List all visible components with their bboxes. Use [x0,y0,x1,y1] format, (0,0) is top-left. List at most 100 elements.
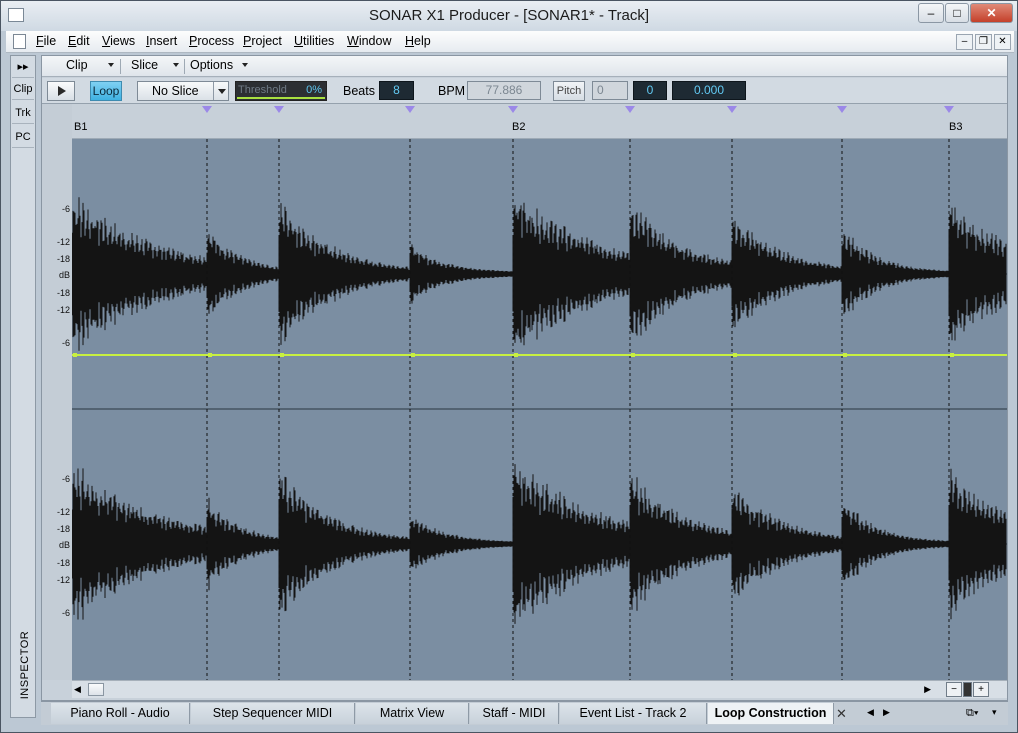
menu-bar: File Edit Views Insert Process Project U… [6,31,1014,53]
tab-scroll-right-icon[interactable]: ▶ [883,707,890,718]
waveform-channel [72,197,1007,351]
close-button[interactable]: ✕ [970,3,1013,23]
zoom-slider-icon[interactable] [963,682,972,697]
menu-utilities[interactable]: Utilities [294,34,334,48]
envelope-node[interactable] [843,353,847,357]
threshold-slider[interactable]: Threshold 0% [235,81,327,101]
inspector-clip-button[interactable]: Clip [12,78,34,100]
bpm-label: BPM [438,84,466,98]
mdi-close-button[interactable]: ✕ [994,34,1011,50]
db-label: dB [58,540,70,550]
db-label: -6 [61,204,70,214]
transient-marker-icon[interactable] [944,106,954,113]
scroll-left-icon[interactable]: ◀ [74,684,81,695]
close-tab-icon[interactable]: ✕ [836,706,847,722]
time-ruler[interactable]: B1 B2 B3 [72,104,1007,139]
beats-field[interactable]: 8 [379,81,414,100]
loop-button[interactable]: Loop [90,81,122,101]
chevron-down-icon [173,63,179,67]
waveform-display[interactable] [72,139,1007,680]
envelope-node[interactable] [73,353,77,357]
threshold-label: Threshold [238,84,287,96]
envelope-node[interactable] [411,353,415,357]
menu-views[interactable]: Views [102,34,135,48]
menu-process[interactable]: Process [189,34,234,48]
inspector-track-button[interactable]: Trk [12,102,34,124]
threshold-bar [237,97,325,99]
envelope-node[interactable] [631,353,635,357]
mdi-restore-button[interactable]: ❐ [975,34,992,50]
pitch-button[interactable]: Pitch [553,81,585,101]
waveform-channel [72,464,1007,624]
db-label: -18 [56,288,70,298]
db-label: -6 [61,474,70,484]
scroll-right-icon[interactable]: ▶ [924,684,931,695]
ruler-bar-label: B1 [74,121,88,133]
menu-project[interactable]: Project [243,34,282,48]
play-button[interactable] [47,81,75,101]
db-label: -6 [61,608,70,618]
menu-edit[interactable]: Edit [68,34,90,48]
maximize-button[interactable]: □ [945,3,969,23]
separator [120,59,121,74]
chevron-down-icon [242,63,248,67]
horizontal-scrollbar[interactable]: ◀ ▶ − + [72,680,1007,698]
title-bar: SONAR X1 Producer - [SONAR1* - Track] – … [1,1,1017,31]
bpm-field[interactable]: 77.886 [467,81,541,100]
minimize-button[interactable]: – [918,3,944,23]
view-menu-options[interactable]: Options [190,58,248,75]
ruler-bar-label: B3 [949,121,963,133]
db-label: dB [58,270,70,280]
envelope-node[interactable] [733,353,737,357]
db-label: -12 [56,305,70,315]
tab-piano-roll[interactable]: Piano Roll - Audio [51,703,190,724]
app-window: SONAR X1 Producer - [SONAR1* - Track] – … [0,0,1018,733]
scroll-thumb[interactable] [88,683,104,696]
view-menu-clip[interactable]: Clip [66,58,114,75]
inspector-expand-button[interactable]: ▸▸ [12,56,34,78]
db-gutter: -6 -12 -18 dB -18 -12 -6 -6 -12 -18 dB -… [42,104,72,680]
chevron-down-icon[interactable] [213,82,228,100]
envelope-node[interactable] [514,353,518,357]
tab-step-sequencer[interactable]: Step Sequencer MIDI [191,703,355,724]
view-menu-slice[interactable]: Slice [131,58,179,75]
view-tab-bar: Piano Roll - Audio Step Sequencer MIDI M… [41,701,1008,725]
tab-layout-icon[interactable]: ⧉▾ [966,707,978,720]
transient-marker-icon[interactable] [837,106,847,113]
zoom-in-icon[interactable]: + [973,682,989,697]
transient-marker-icon[interactable] [508,106,518,113]
tab-event-list[interactable]: Event List - Track 2 [560,703,707,724]
document-icon[interactable] [13,34,26,49]
inspector-label[interactable]: INSPECTOR [13,629,33,709]
menu-insert[interactable]: Insert [146,34,177,48]
db-label: -18 [56,558,70,568]
menu-help[interactable]: Help [405,34,431,48]
menu-file[interactable]: File [36,34,56,48]
transient-marker-icon[interactable] [625,106,635,113]
pitch-field[interactable]: 0 [592,81,628,100]
transient-marker-icon[interactable] [202,106,212,113]
inspector-pc-button[interactable]: PC [12,126,34,148]
zoom-out-icon[interactable]: − [946,682,962,697]
tab-staff[interactable]: Staff - MIDI [470,703,559,724]
inspector-panel: ▸▸ Clip Trk PC INSPECTOR [10,55,36,718]
mdi-minimize-button[interactable]: – [956,34,973,50]
chevron-down-icon [108,63,114,67]
view-menu-strip: Clip Slice Options [42,56,1007,77]
ruler-bar-label: B2 [512,121,526,133]
transient-marker-icon[interactable] [405,106,415,113]
envelope-node[interactable] [950,353,954,357]
tab-matrix-view[interactable]: Matrix View [356,703,469,724]
tab-menu-icon[interactable]: ▾ [992,707,997,718]
envelope-node[interactable] [280,353,284,357]
pitch-fine-field[interactable]: 0.000 [672,81,746,100]
transient-marker-icon[interactable] [274,106,284,113]
separator [184,59,185,74]
pitch-semitone-field[interactable]: 0 [633,81,667,100]
envelope-node[interactable] [208,353,212,357]
tab-loop-construction[interactable]: Loop Construction [708,703,834,724]
slice-select[interactable]: No Slice [137,81,229,101]
transient-marker-icon[interactable] [727,106,737,113]
menu-window[interactable]: Window [347,34,391,48]
tab-scroll-left-icon[interactable]: ◀ [867,707,874,718]
